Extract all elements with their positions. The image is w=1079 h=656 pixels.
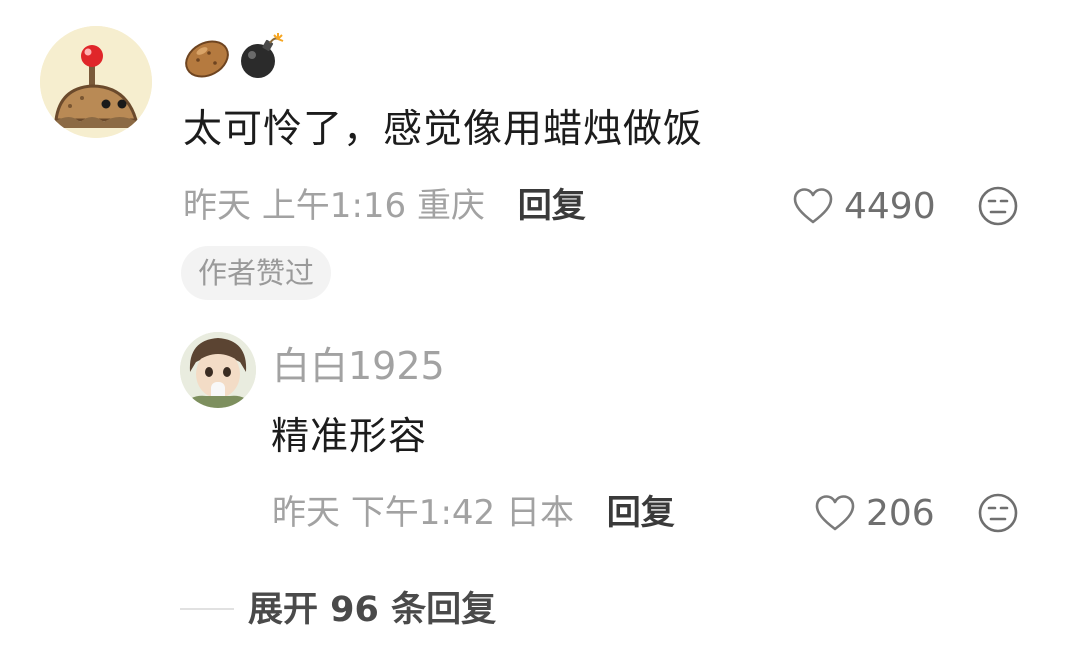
- avatar[interactable]: [40, 26, 152, 138]
- comment-text: 太可怜了，感觉像用蜡烛做饭: [183, 107, 704, 152]
- comment-meta: 昨天 上午1:16 重庆 回复: [183, 182, 586, 230]
- reply-like-count: 206: [866, 492, 935, 534]
- reply-text: 精准形容: [271, 414, 428, 458]
- potato-mine-avatar-icon: [40, 26, 152, 138]
- bomb-icon: [241, 33, 284, 78]
- expand-replies-button[interactable]: 展开 96 条回复: [248, 586, 496, 634]
- reply-meta: 昨天 下午1:42 日本 回复: [272, 489, 675, 537]
- comment-time: 上午1:16: [261, 186, 407, 226]
- reply-like-button[interactable]: 206: [814, 489, 935, 537]
- reply-avatar[interactable]: [180, 332, 256, 408]
- dislike-face-icon[interactable]: [977, 492, 1019, 534]
- reply-date: 昨天: [272, 493, 340, 533]
- potato-icon: [185, 40, 229, 78]
- comment-location: 重庆: [416, 186, 485, 226]
- username-emojis[interactable]: [182, 33, 286, 81]
- comment-date: 昨天: [183, 186, 251, 226]
- like-button[interactable]: 4490: [792, 182, 936, 230]
- like-count: 4490: [844, 185, 936, 227]
- reply-location: 日本: [505, 493, 574, 533]
- anime-face-avatar-icon: [180, 332, 256, 408]
- expand-divider: [180, 608, 234, 610]
- reply-username[interactable]: 白白1925: [272, 340, 445, 392]
- author-liked-badge: 作者赞过: [181, 246, 332, 300]
- heart-icon: [793, 188, 833, 224]
- reply-reply-button[interactable]: 回复: [607, 493, 675, 533]
- reply-button[interactable]: 回复: [518, 186, 586, 226]
- dislike-face-icon[interactable]: [977, 185, 1019, 227]
- heart-icon: [815, 495, 855, 531]
- reply-time: 下午1:42: [350, 493, 496, 533]
